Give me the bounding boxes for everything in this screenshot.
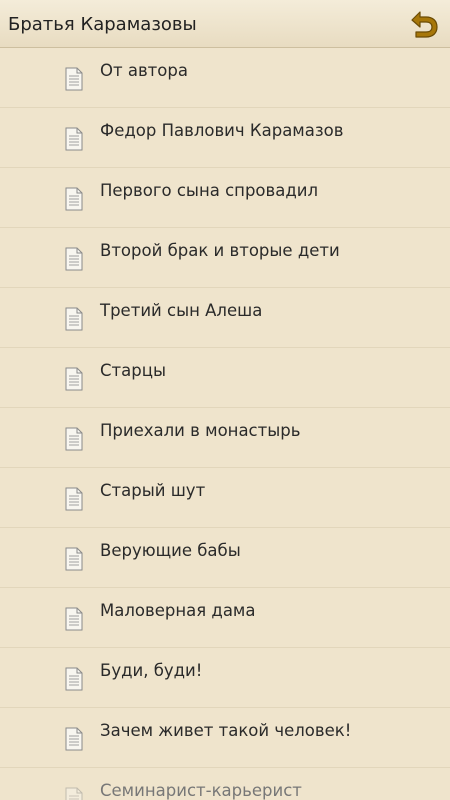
document-icon: [65, 307, 83, 331]
list-item[interactable]: Старцы: [0, 348, 450, 408]
title-bar: Братья Карамазовы: [0, 0, 450, 48]
document-icon: [65, 67, 83, 91]
document-icon: [65, 607, 83, 631]
list-item[interactable]: Второй брак и вторые дети: [0, 228, 450, 288]
back-button[interactable]: [406, 8, 440, 40]
list-item[interactable]: Третий сын Алеша: [0, 288, 450, 348]
list-item-label: Третий сын Алеша: [100, 301, 263, 320]
list-item[interactable]: Первого сына спровадил: [0, 168, 450, 228]
list-item-label: От автора: [100, 61, 188, 80]
list-item-label: Старцы: [100, 361, 166, 380]
list-item[interactable]: От автора: [0, 48, 450, 108]
document-icon: [65, 547, 83, 571]
document-icon: [65, 127, 83, 151]
list-item[interactable]: Буди, буди!: [0, 648, 450, 708]
list-item-label: Буди, буди!: [100, 661, 203, 680]
list-item-label: Второй брак и вторые дети: [100, 241, 340, 260]
document-icon: [65, 367, 83, 391]
document-icon: [65, 667, 83, 691]
list-item[interactable]: Зачем живет такой человек!: [0, 708, 450, 768]
list-item-label: Семинарист-карьерист: [100, 781, 302, 800]
list-item-label: Верующие бабы: [100, 541, 241, 560]
document-icon: [65, 427, 83, 451]
page-title: Братья Карамазовы: [8, 14, 197, 35]
chapter-list: От автора Федор Павлович Карамазов Перво…: [0, 48, 450, 800]
list-item[interactable]: Приехали в монастырь: [0, 408, 450, 468]
app-window: Братья Карамазовы От автора Федор Павлов…: [0, 0, 450, 800]
list-item-label: Федор Павлович Карамазов: [100, 121, 344, 140]
list-item[interactable]: Старый шут: [0, 468, 450, 528]
list-item[interactable]: Маловерная дама: [0, 588, 450, 648]
document-icon: [65, 727, 83, 751]
document-icon: [65, 247, 83, 271]
list-item[interactable]: Федор Павлович Карамазов: [0, 108, 450, 168]
list-item-label: Приехали в монастырь: [100, 421, 301, 440]
list-item-label: Маловерная дама: [100, 601, 256, 620]
list-item-label: Первого сына спровадил: [100, 181, 319, 200]
document-icon: [65, 487, 83, 511]
list-item-label: Зачем живет такой человек!: [100, 721, 352, 740]
list-item[interactable]: Семинарист-карьерист: [0, 768, 450, 800]
document-icon: [65, 787, 83, 800]
list-item-label: Старый шут: [100, 481, 206, 500]
document-icon: [65, 187, 83, 211]
list-item[interactable]: Верующие бабы: [0, 528, 450, 588]
back-arrow-icon: [411, 11, 438, 38]
